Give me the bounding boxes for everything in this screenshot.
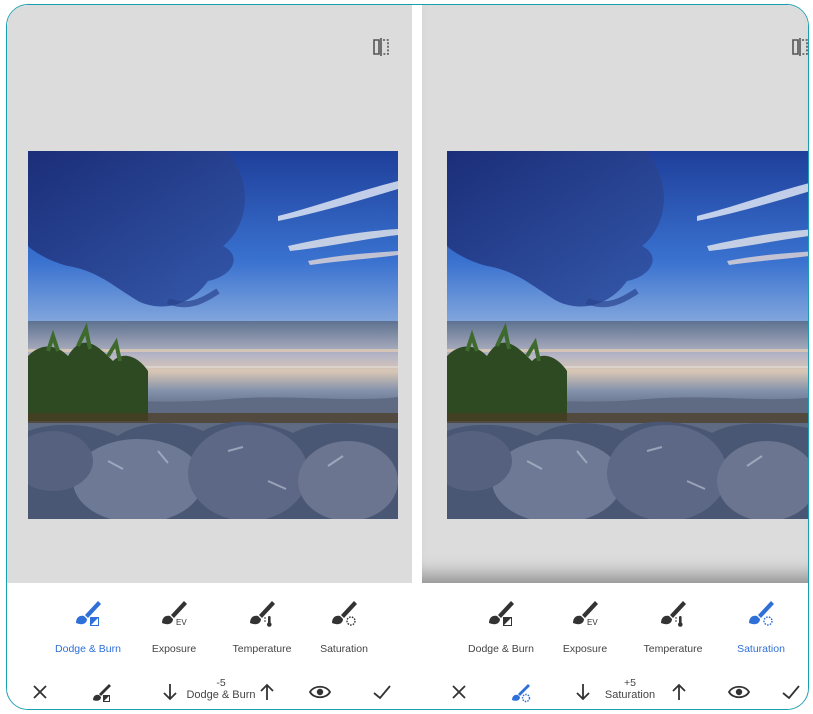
brush-temperature-icon	[661, 601, 686, 627]
brush-saturation-icon	[332, 601, 357, 626]
svg-text:EV: EV	[587, 618, 598, 627]
tool-temperature[interactable]: Temperature	[628, 595, 718, 655]
brush-dodge-burn-icon	[489, 601, 514, 626]
adjustment-readout: +5 Saturation	[594, 677, 666, 701]
compare-icon[interactable]	[371, 37, 391, 57]
arrow-down-icon[interactable]	[570, 679, 596, 705]
arrow-up-icon[interactable]	[666, 679, 692, 705]
tool-label: Saturation	[320, 643, 368, 655]
tool-exposure[interactable]: EV Exposure	[129, 595, 219, 655]
adjustment-name: Dodge & Burn	[186, 689, 256, 701]
arrow-up-icon[interactable]	[254, 679, 280, 705]
arrow-down-icon[interactable]	[157, 679, 183, 705]
tool-dodge-burn[interactable]: Dodge & Burn	[43, 595, 133, 655]
tool-saturation[interactable]: Saturation	[716, 595, 806, 655]
close-icon[interactable]	[446, 679, 472, 705]
brush-tool-bar: Dodge & Burn EV Exposure Temperature Sat…	[422, 595, 808, 665]
bottom-action-bar: -5 Dodge & Burn	[7, 673, 412, 709]
bottom-action-bar: +5 Saturation	[422, 673, 808, 709]
adjustment-value: +5	[624, 677, 636, 689]
brush-icon[interactable]	[508, 679, 534, 705]
checkmark-icon[interactable]	[369, 679, 395, 705]
brush-tool-bar: Dodge & Burn EV Exposure Temperature Sat…	[7, 595, 412, 665]
svg-text:EV: EV	[176, 618, 187, 627]
tool-label: Temperature	[232, 643, 292, 655]
compare-icon[interactable]	[790, 37, 809, 57]
adjustment-value: -5	[216, 677, 226, 689]
adjustment-readout: -5 Dodge & Burn	[181, 677, 261, 701]
adjustment-name: Saturation	[604, 689, 656, 701]
brush-exposure-icon: EV	[573, 601, 598, 627]
tool-dodge-burn[interactable]: Dodge & Burn	[456, 595, 546, 655]
editor-panel-left: Dodge & Burn EV Exposure Temperature Sat…	[7, 5, 412, 709]
eye-icon[interactable]	[726, 679, 752, 705]
eye-icon[interactable]	[307, 679, 333, 705]
edited-photo	[447, 151, 809, 519]
close-icon[interactable]	[27, 679, 53, 705]
tool-exposure[interactable]: EV Exposure	[540, 595, 630, 655]
brush-icon[interactable]	[89, 679, 115, 705]
tool-label: Dodge & Burn	[55, 643, 121, 655]
brush-dodge-burn-icon	[76, 601, 101, 626]
brush-saturation-icon	[749, 601, 774, 626]
tool-label: Dodge & Burn	[468, 643, 534, 655]
tool-temperature[interactable]: Temperature	[217, 595, 307, 655]
tool-label: Temperature	[643, 643, 703, 655]
panel-divider	[412, 5, 422, 585]
screen-frame: Dodge & Burn EV Exposure Temperature Sat…	[6, 4, 809, 710]
brush-exposure-icon: EV	[162, 601, 187, 627]
brush-temperature-icon	[250, 601, 275, 627]
checkmark-icon[interactable]	[778, 679, 804, 705]
tool-label: Saturation	[737, 643, 785, 655]
tool-saturation[interactable]: Saturation	[299, 595, 389, 655]
edited-photo	[28, 151, 398, 519]
tool-label: Exposure	[151, 643, 197, 655]
tool-label: Exposure	[562, 643, 608, 655]
editor-panel-right: Dodge & Burn EV Exposure Temperature Sat…	[422, 5, 809, 709]
